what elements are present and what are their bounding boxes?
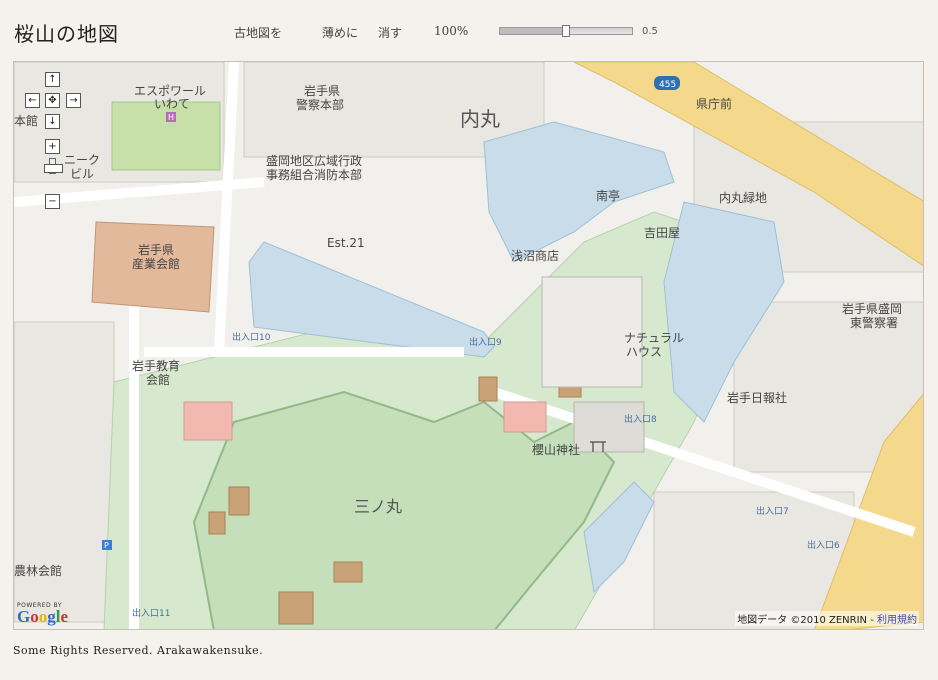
map-label: ハウス xyxy=(626,345,662,359)
map-label: 会館 xyxy=(146,372,170,387)
pan-down-button[interactable]: ↓ xyxy=(45,114,60,129)
map-copyright: 地図データ ©2010 ZENRIN - 利用規約 xyxy=(735,611,919,626)
map-label: 吉田屋 xyxy=(644,226,680,240)
map-viewport[interactable]: エスポワール いわて 岩手県 警察本部 内丸 県庁前 本館 ニーク ビル 盛岡地… xyxy=(13,61,924,630)
building-pink-2 xyxy=(503,401,547,433)
pan-right-button[interactable]: → xyxy=(66,93,81,108)
map-label: いわて xyxy=(154,97,190,111)
map-label: 事務組合消防本部 xyxy=(266,167,362,182)
map-label: 本館 xyxy=(14,113,38,128)
map-label: 岩手教育 xyxy=(132,358,180,373)
hide-button[interactable]: 消す xyxy=(378,24,402,41)
footer-credit: Some Rights Reserved. Arakawakensuke. xyxy=(13,644,264,657)
zoom-out-button[interactable]: − xyxy=(45,194,60,209)
copyright-text: 地図データ ©2010 ZENRIN xyxy=(737,615,868,626)
exit-label: 出入口9 xyxy=(469,336,502,348)
zoom-in-button[interactable]: + xyxy=(45,139,60,154)
map-label: 農林会館 xyxy=(14,563,62,578)
map-label: 産業会館 xyxy=(132,256,180,271)
google-logo[interactable]: POWERED BY Google xyxy=(17,602,68,625)
hospital-icon: H xyxy=(166,112,176,122)
pan-center-button[interactable]: ✥ xyxy=(45,93,60,108)
svg-text:455: 455 xyxy=(659,80,676,90)
grey-block-2 xyxy=(573,401,645,453)
google-wordmark: Google xyxy=(17,607,69,626)
pan-up-button[interactable]: ↑ xyxy=(45,72,60,87)
thin-button[interactable]: 薄めに xyxy=(322,24,358,41)
exit-label: 出入口11 xyxy=(132,607,170,619)
exit-label: 出入口6 xyxy=(807,539,840,551)
map-label: ニーク xyxy=(64,153,100,167)
map-label: 三ノ丸 xyxy=(354,497,402,516)
parking-icon: P xyxy=(102,540,112,550)
map-label: 岩手県 xyxy=(304,83,340,98)
map-label: 南亭 xyxy=(596,188,620,203)
map-label: 東警察署 xyxy=(850,315,898,330)
exit-label: 出入口8 xyxy=(624,413,657,425)
opacity-slider[interactable] xyxy=(499,25,633,37)
map-label: 岩手県 xyxy=(138,242,174,257)
map-label: 岩手県盛岡 xyxy=(842,301,902,316)
exit-label: 出入口7 xyxy=(756,505,789,517)
map-label: 警察本部 xyxy=(296,97,344,112)
pan-left-button[interactable]: ← xyxy=(25,93,40,108)
building-pink-1 xyxy=(183,401,233,441)
map-label: 内丸 xyxy=(460,107,500,131)
opacity-slider-fill xyxy=(500,28,562,34)
map-label: ナチュラル xyxy=(624,331,684,345)
full-opacity-button[interactable]: 100% xyxy=(434,24,468,38)
zoom-slider-handle[interactable] xyxy=(44,164,63,173)
map-label: 岩手日報社 xyxy=(727,390,787,405)
route-455-sign: 455 xyxy=(654,76,680,90)
terms-link[interactable]: 利用規約 xyxy=(877,615,917,626)
opacity-value: 0.5 xyxy=(642,26,658,37)
map-label: 盛岡地区広域行政 xyxy=(266,153,362,168)
map-label: Est.21 xyxy=(327,236,365,250)
old-map-label: 古地図を xyxy=(234,26,283,40)
opacity-slider-thumb[interactable] xyxy=(562,25,570,37)
svg-text:P: P xyxy=(104,541,109,550)
map-canvas: エスポワール いわて 岩手県 警察本部 内丸 県庁前 本館 ニーク ビル 盛岡地… xyxy=(14,62,923,629)
exit-label: 出入口10 xyxy=(232,331,271,343)
map-label: 内丸緑地 xyxy=(719,190,767,205)
map-label: エスポワール xyxy=(134,84,206,98)
map-label: 浅沼商店 xyxy=(511,248,559,263)
page-title: 桜山の地図 xyxy=(14,22,119,46)
map-label: 県庁前 xyxy=(696,96,732,111)
svg-text:H: H xyxy=(168,113,174,122)
map-label: 櫻山神社 xyxy=(532,442,580,457)
map-label: ビル xyxy=(70,167,94,181)
